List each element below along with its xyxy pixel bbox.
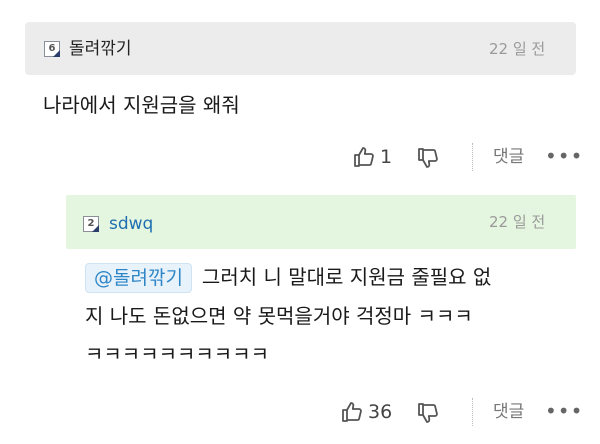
comment-actions: 1 댓글 ••• [350,142,583,172]
reply-button[interactable]: 댓글 [493,398,524,426]
comment-body: 나라에서 지원금을 왜줘 [43,93,240,117]
like-count: 36 [368,401,393,423]
more-options-icon[interactable]: ••• [545,397,583,425]
like-button[interactable] [352,145,376,169]
thumbs-down-icon [418,403,438,423]
like-button[interactable] [340,400,364,424]
level-badge-icon: 2 [83,216,99,232]
more-options-icon[interactable]: ••• [545,142,583,170]
level-badge-icon: 6 [44,41,60,57]
reply-line-1: @돌려깎기 그러치 니 말대로 지원금 줄필요 없 [85,262,575,293]
reply-line-3: ㅋㅋㅋㅋㅋㅋㅋㅋㅋㅋ [85,342,269,366]
comment-header: 6 돌려깎기 22 일 전 [25,22,576,75]
thumbs-up-icon [342,402,362,422]
like-count: 1 [380,146,393,168]
author-nickname[interactable]: sdwq [109,214,153,234]
divider [472,143,473,171]
reply-line-2: 지 나도 돈없으면 약 못먹을거야 걱정마 ㅋㅋㅋ [85,304,473,328]
thumbs-down-icon [418,148,438,168]
thumbs-up-icon [354,147,374,167]
comment-time: 22 일 전 [489,40,546,58]
author-nickname[interactable]: 돌려깎기 [69,39,132,59]
dislike-button[interactable] [416,401,440,425]
dislike-button[interactable] [416,146,440,170]
reply-header: 2 sdwq 22 일 전 [66,195,576,249]
comment-time: 22 일 전 [489,213,546,231]
divider [472,398,473,426]
reply-actions: 36 댓글 ••• [340,397,583,427]
reply-body: @돌려깎기 그러치 니 말대로 지원금 줄필요 없 지 나도 돈없으면 약 못먹을… [85,262,575,369]
reply-button[interactable]: 댓글 [493,143,524,171]
mention-tag[interactable]: @돌려깎기 [85,263,192,293]
